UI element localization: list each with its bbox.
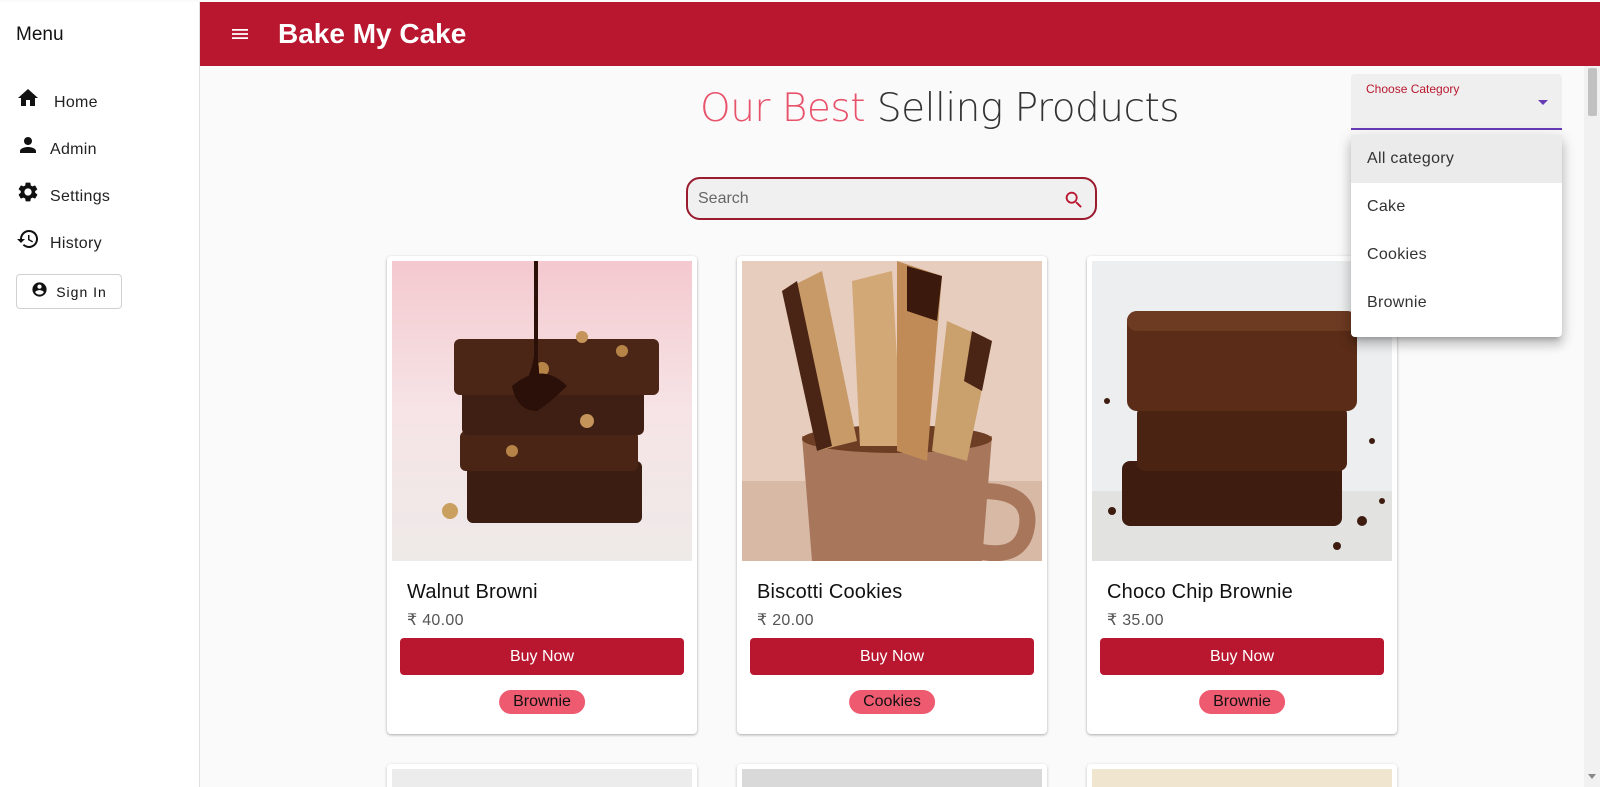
- scroll-down-arrow-icon[interactable]: [1588, 774, 1596, 779]
- sidebar-item-label: Home: [54, 94, 98, 111]
- product-name: Biscotti Cookies: [757, 581, 903, 603]
- sidebar-item-settings[interactable]: Settings: [16, 180, 110, 208]
- app-title: Bake My Cake: [278, 18, 467, 49]
- buy-now-button[interactable]: Buy Now: [400, 638, 684, 675]
- category-badge: Cookies: [849, 690, 935, 714]
- product-name: Walnut Browni: [407, 581, 538, 603]
- option-cake[interactable]: Cake: [1351, 183, 1562, 231]
- option-cookies[interactable]: Cookies: [1351, 231, 1562, 279]
- sign-in-label: Sign In: [56, 283, 107, 300]
- page-title-rest: Selling Products: [876, 86, 1180, 131]
- product-price: ₹ 20.00: [757, 612, 814, 629]
- history-icon: [16, 227, 40, 256]
- category-select[interactable]: Choose Category: [1351, 74, 1562, 130]
- page-title-accent: Our Best: [700, 86, 866, 131]
- search-box: [686, 177, 1097, 220]
- dropdown-arrow-icon: [1538, 100, 1548, 105]
- home-icon: [16, 86, 40, 115]
- scrollbar-thumb[interactable]: [1588, 68, 1597, 116]
- product-card: [737, 764, 1047, 787]
- product-card: [387, 764, 697, 787]
- product-price: ₹ 35.00: [1107, 612, 1164, 629]
- account-circle-icon: [31, 281, 48, 303]
- product-image-biscotti-cookies: [742, 261, 1042, 561]
- product-card: [1087, 764, 1397, 787]
- product-name: Choco Chip Brownie: [1107, 581, 1293, 603]
- option-brownie[interactable]: Brownie: [1351, 279, 1562, 327]
- sidebar: Menu Home Admin Settings History Sign In: [0, 2, 200, 787]
- sidebar-item-label: Admin: [50, 141, 97, 158]
- category-dropdown-panel: All category Cake Cookies Brownie: [1351, 135, 1562, 337]
- person-icon: [16, 133, 40, 162]
- product-card: Walnut Browni ₹ 40.00 Buy Now Brownie: [387, 256, 697, 734]
- product-image-walnut-brownie: [392, 261, 692, 561]
- option-all-category[interactable]: All category: [1351, 135, 1562, 183]
- top-toolbar: Bake My Cake: [200, 2, 1600, 66]
- sidebar-item-label: Settings: [50, 188, 111, 205]
- search-input[interactable]: [698, 187, 1058, 211]
- category-badge: Brownie: [499, 690, 585, 714]
- category-badge: Brownie: [1199, 690, 1285, 714]
- category-select-label: Choose Category: [1366, 82, 1460, 96]
- search-icon[interactable]: [1063, 189, 1085, 211]
- product-card: Biscotti Cookies ₹ 20.00 Buy Now Cookies: [737, 256, 1047, 734]
- scrollbar[interactable]: [1584, 66, 1600, 787]
- sign-in-button[interactable]: Sign In: [16, 274, 122, 309]
- sidebar-item-label: History: [50, 235, 102, 252]
- sidebar-item-home[interactable]: Home: [16, 86, 98, 114]
- gear-icon: [16, 180, 40, 209]
- buy-now-button[interactable]: Buy Now: [750, 638, 1034, 675]
- menu-title: Menu: [16, 24, 64, 45]
- buy-now-button[interactable]: Buy Now: [1100, 638, 1384, 675]
- product-price: ₹ 40.00: [407, 612, 464, 629]
- page-title: Our Best Selling Products: [700, 86, 1180, 131]
- sidebar-item-history[interactable]: History: [16, 227, 102, 255]
- product-image-choco-chip-brownie: [1092, 261, 1392, 561]
- menu-icon[interactable]: [228, 22, 252, 46]
- sidebar-item-admin[interactable]: Admin: [16, 133, 97, 161]
